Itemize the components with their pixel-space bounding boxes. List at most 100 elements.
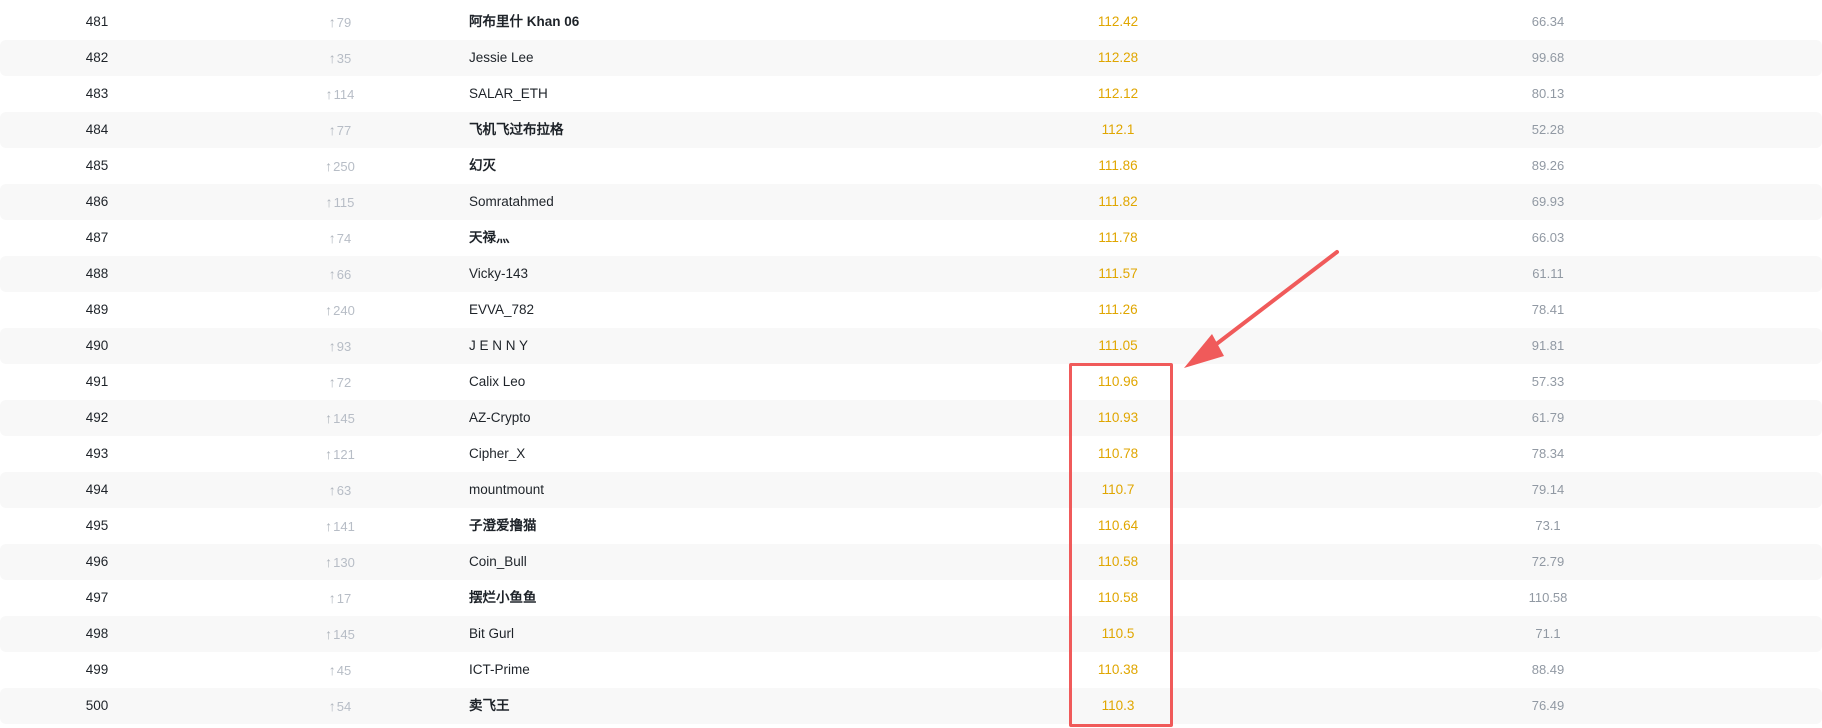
arrow-up-icon: ↑ [328, 50, 336, 66]
secondary-value-cell: 52.28 [1531, 122, 1565, 137]
table-row[interactable]: 497 ↑17 摆烂小鱼鱼 110.58 110.58 [0, 580, 1822, 616]
trader-name[interactable]: J E N N Y [469, 328, 528, 364]
table-row[interactable]: 485 ↑250 幻灭 111.86 89.26 [0, 148, 1822, 184]
secondary-value-cell: 71.1 [1535, 626, 1561, 641]
trader-name[interactable]: 飞机飞过布拉格 [469, 112, 564, 148]
arrow-up-icon: ↑ [328, 374, 336, 390]
rank-change-value: 66 [336, 267, 352, 282]
rank-change-cell: ↑54 [290, 688, 390, 724]
table-row[interactable]: 492 ↑145 AZ-Crypto 110.93 61.79 [0, 400, 1822, 436]
trader-name[interactable]: Bit Gurl [469, 616, 514, 652]
table-row[interactable]: 495 ↑141 子澄爱撸猫 110.64 73.1 [0, 508, 1822, 544]
secondary-value-cell: 79.14 [1531, 482, 1565, 497]
trader-name[interactable]: SALAR_ETH [469, 76, 548, 112]
arrow-up-icon: ↑ [325, 626, 333, 642]
arrow-up-icon: ↑ [325, 518, 333, 534]
rank-cell: 494 [85, 482, 109, 497]
score-cell: 110.38 [1097, 662, 1139, 677]
score-cell: 110.7 [1101, 482, 1135, 497]
arrow-up-icon: ↑ [328, 482, 336, 498]
rank-cell: 483 [85, 86, 109, 101]
trader-name[interactable]: EVVA_782 [469, 292, 534, 328]
trader-name[interactable]: 卖飞王 [469, 688, 510, 724]
rank-change-value: 240 [333, 303, 355, 318]
rank-change-cell: ↑72 [290, 364, 390, 400]
score-cell: 111.05 [1098, 338, 1138, 353]
rank-change-cell: ↑114 [290, 76, 390, 112]
trader-name[interactable]: ICT-Prime [469, 652, 530, 688]
trader-name[interactable]: Jessie Lee [469, 40, 534, 76]
leaderboard-table: 481 ↑79 阿布里什 Khan 06 112.42 66.34 482 ↑35 Jessi… [0, 4, 1822, 724]
arrow-up-icon: ↑ [325, 86, 333, 102]
score-cell: 110.5 [1101, 626, 1135, 641]
table-row[interactable]: 498 ↑145 Bit Gurl 110.5 71.1 [0, 616, 1822, 652]
arrow-up-icon: ↑ [328, 122, 336, 138]
rank-cell: 499 [85, 662, 109, 677]
trader-name[interactable]: Vicky-143 [469, 256, 528, 292]
rank-change-cell: ↑250 [290, 148, 390, 184]
table-row[interactable]: 493 ↑121 Cipher_X 110.78 78.34 [0, 436, 1822, 472]
trader-name[interactable]: 摆烂小鱼鱼 [469, 580, 537, 616]
secondary-value-cell: 73.1 [1535, 518, 1561, 533]
table-row[interactable]: 500 ↑54 卖飞王 110.3 76.49 [0, 688, 1822, 724]
table-row[interactable]: 488 ↑66 Vicky-143 111.57 61.11 [0, 256, 1822, 292]
table-row[interactable]: 481 ↑79 阿布里什 Khan 06 112.42 66.34 [0, 4, 1822, 40]
arrow-up-icon: ↑ [325, 302, 333, 318]
trader-name[interactable]: 天禄灬 [469, 220, 510, 256]
trader-name[interactable]: Somratahmed [469, 184, 554, 220]
trader-name[interactable]: 幻灭 [469, 148, 496, 184]
rank-cell: 485 [85, 158, 109, 173]
rank-change-cell: ↑115 [290, 184, 390, 220]
rank-change-cell: ↑63 [290, 472, 390, 508]
rank-change-value: 250 [333, 159, 355, 174]
trader-name[interactable]: AZ-Crypto [469, 400, 531, 436]
rank-change-value: 17 [336, 591, 352, 606]
score-cell: 112.1 [1101, 122, 1135, 137]
arrow-up-icon: ↑ [328, 662, 336, 678]
rank-change-value: 54 [336, 699, 352, 714]
secondary-value-cell: 69.93 [1531, 194, 1565, 209]
table-row[interactable]: 486 ↑115 Somratahmed 111.82 69.93 [0, 184, 1822, 220]
score-cell: 111.82 [1098, 194, 1138, 209]
score-cell: 111.86 [1098, 158, 1138, 173]
secondary-value-cell: 99.68 [1531, 50, 1565, 65]
secondary-value-cell: 61.79 [1531, 410, 1565, 425]
score-cell: 110.58 [1097, 590, 1139, 605]
rank-change-value: 145 [333, 627, 355, 642]
rank-cell: 486 [85, 194, 109, 209]
table-row[interactable]: 490 ↑93 J E N N Y 111.05 91.81 [0, 328, 1822, 364]
table-row[interactable]: 483 ↑114 SALAR_ETH 112.12 80.13 [0, 76, 1822, 112]
table-row[interactable]: 494 ↑63 mountmount 110.7 79.14 [0, 472, 1822, 508]
table-row[interactable]: 489 ↑240 EVVA_782 111.26 78.41 [0, 292, 1822, 328]
rank-change-value: 121 [333, 447, 355, 462]
rank-change-value: 145 [333, 411, 355, 426]
rank-cell: 495 [85, 518, 109, 533]
rank-change-cell: ↑145 [290, 616, 390, 652]
table-row[interactable]: 496 ↑130 Coin_Bull 110.58 72.79 [0, 544, 1822, 580]
trader-name[interactable]: 阿布里什 Khan 06 [469, 4, 579, 40]
rank-change-value: 130 [333, 555, 355, 570]
score-cell: 111.57 [1098, 266, 1138, 281]
arrow-up-icon: ↑ [325, 554, 333, 570]
rank-cell: 496 [85, 554, 109, 569]
rank-change-cell: ↑74 [290, 220, 390, 256]
arrow-up-icon: ↑ [328, 266, 336, 282]
secondary-value-cell: 91.81 [1531, 338, 1565, 353]
trader-name[interactable]: 子澄爱撸猫 [469, 508, 537, 544]
rank-change-cell: ↑45 [290, 652, 390, 688]
trader-name[interactable]: Coin_Bull [469, 544, 527, 580]
secondary-value-cell: 78.41 [1531, 302, 1565, 317]
score-cell: 112.28 [1097, 50, 1139, 65]
table-row[interactable]: 482 ↑35 Jessie Lee 112.28 99.68 [0, 40, 1822, 76]
trader-name[interactable]: Calix Leo [469, 364, 525, 400]
trader-name[interactable]: mountmount [469, 472, 544, 508]
rank-cell: 497 [85, 590, 109, 605]
trader-name[interactable]: Cipher_X [469, 436, 525, 472]
table-row[interactable]: 484 ↑77 飞机飞过布拉格 112.1 52.28 [0, 112, 1822, 148]
table-row[interactable]: 487 ↑74 天禄灬 111.78 66.03 [0, 220, 1822, 256]
score-cell: 110.58 [1097, 554, 1139, 569]
arrow-up-icon: ↑ [328, 338, 336, 354]
rank-change-cell: ↑141 [290, 508, 390, 544]
table-row[interactable]: 499 ↑45 ICT-Prime 110.38 88.49 [0, 652, 1822, 688]
table-row[interactable]: 491 ↑72 Calix Leo 110.96 57.33 [0, 364, 1822, 400]
